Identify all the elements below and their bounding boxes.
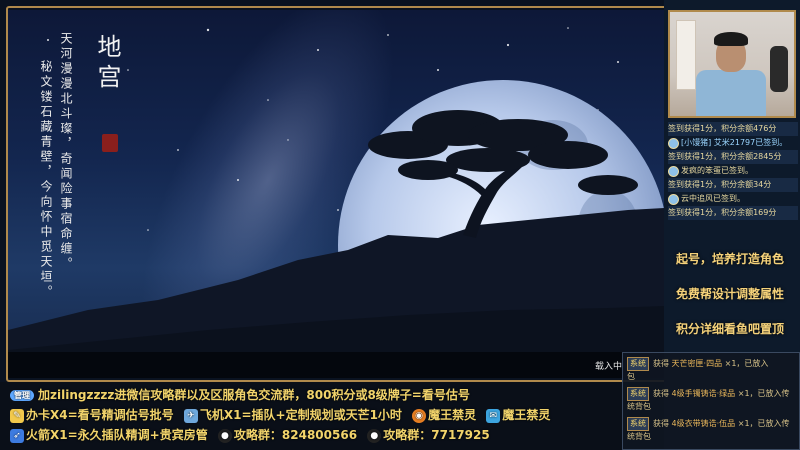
system-log-panel: 系统 获得 天芒密匣·四品 ×1，已放入包 系统 获得 4级手镯铸诰·绿品 ×1，已… [622,352,800,450]
checkin-feed: 签到获得1分，积分余额476分 [小馒猪] 艾米21797已签到。 签到获得1分… [668,122,798,220]
microphone [770,46,788,92]
poem-column-2: 秘文镂石藏青壁，今向怀中觅天垣。 [39,60,53,300]
info-line-1: 管理 加zilingzzzz进微信攻略群以及区服角色交流群，800积分或8级牌子=… [10,386,470,403]
promo-item: 积分详细看鱼吧置顶 [676,322,785,336]
qq-icon: ● [217,428,232,443]
system-tag: 系统 [627,417,649,431]
system-tag: 系统 [627,387,649,401]
card-icon: ✎ [10,408,24,423]
feed-row: 发疯的笨蛋已签到。 [668,164,798,178]
streamer-webcam [668,10,796,118]
log-row: 系统 获得 4级衣带铸诰·伍品 ×1，已放入传 统背包 [627,417,790,441]
promo-item: 免费帮设计调整属性 [676,287,785,301]
stream-overlay: 地宫 天河漫漫北斗璨，奇闻险事宿命缠。 秘文镂石藏青壁，今向怀中觅天垣。 载入中… [0,0,800,450]
streamer-body [696,70,766,116]
info-bar: 管理 加zilingzzzz进微信攻略群以及区服角色交流群，800积分或8级牌子=… [0,382,664,450]
feed-row: 云中追风已签到。 [668,192,798,206]
user-level-icon [668,137,679,149]
system-tag: 系统 [627,357,649,371]
promo-item: 起号，培养打造角色 [676,252,785,266]
loading-text: 载入中 [594,362,622,372]
admin-badge: 管理 [10,390,34,401]
feed-row: 签到获得1分，积分余额169分 [668,206,798,220]
feed-row: 签到获得1分，积分余额34分 [668,178,798,192]
rocket-icon: ➶ [10,428,24,443]
promo-list: 起号，培养打造角色 免费帮设计调整属性 积分详细看鱼吧置顶 [664,250,800,355]
log-row: 系统 获得 天芒密匣·四品 ×1，已放入包 [627,357,769,381]
level-title: 地宫 [93,34,121,94]
feed-row: 签到获得1分，积分余额476分 [668,122,798,136]
streamer-hair [714,32,748,46]
weibo-icon: ◉ [412,408,427,423]
bird-icon: ✉ [486,408,501,423]
user-level-icon [668,165,679,177]
qq-icon: ● [367,428,382,443]
feed-row: [小馒猪] 艾米21797已签到。 [668,136,798,150]
log-row: 系统 获得 4级手镯铸诰·绿品 ×1，已放入传 统背包 [627,387,790,411]
user-level-icon [668,193,679,205]
loading-bar-strip [8,352,664,378]
shelf [676,20,696,90]
feed-row: 签到获得1分，积分余额2845分 [668,150,798,164]
red-seal-stamp [102,134,118,152]
game-viewport[interactable]: 地宫 天河漫漫北斗璨，奇闻险事宿命缠。 秘文镂石藏青壁，今向怀中觅天垣。 载入中 [8,10,664,378]
poem-column-1: 天河漫漫北斗璨，奇闻险事宿命缠。 [59,32,73,272]
plane-icon: ✈ [183,408,198,423]
info-line-2: ✎ 办卡X4=看号精调估号批号 ✈ 飞机X1=插队+定制规划或天芒1小时 ◉ 魔王禁灵… [10,406,550,423]
info-line-3: ➶ 火箭X1=永久插队精调+贵宾房管 ● 攻略群：824800566 ● 攻略群：77… [10,426,490,443]
